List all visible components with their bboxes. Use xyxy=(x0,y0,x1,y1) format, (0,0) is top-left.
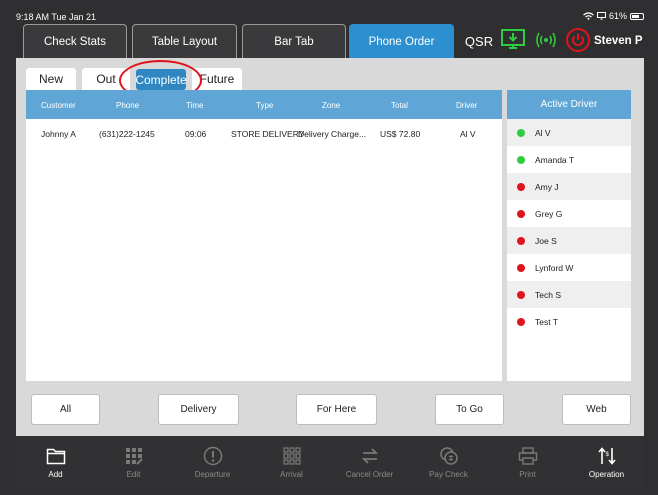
col-time: Time xyxy=(186,101,204,110)
status-dot xyxy=(517,264,525,272)
driver-list: Al V Amanda T Amy J Grey G Joe S Lynford… xyxy=(507,119,631,335)
col-type: Type xyxy=(256,101,274,110)
swap-arrows-icon xyxy=(360,446,380,466)
status-dot xyxy=(517,183,525,191)
driver-name: Grey G xyxy=(535,209,563,219)
broadcast-signal-icon[interactable] xyxy=(534,28,558,52)
driver-item[interactable]: Grey G xyxy=(507,200,631,227)
operation-label: Operation xyxy=(588,470,625,479)
driver-item[interactable]: Al V xyxy=(507,119,631,146)
cancel-order-label: Cancel Order xyxy=(345,470,394,479)
screen-mirror-icon xyxy=(596,12,606,20)
status-dot xyxy=(517,156,525,164)
cell-driver: Al V xyxy=(460,129,476,139)
print-label: Print xyxy=(519,470,536,479)
driver-item[interactable]: Joe S xyxy=(507,227,631,254)
status-dot xyxy=(517,318,525,326)
cell-total: US$ 72.80 xyxy=(380,129,421,139)
print-button[interactable]: Print xyxy=(488,437,567,487)
add-label: Add xyxy=(48,470,63,479)
driver-name: Lynford W xyxy=(535,263,574,273)
active-driver-panel: Active Driver Al V Amanda T Amy J Grey G… xyxy=(507,90,631,381)
status-dot xyxy=(517,237,525,245)
driver-item[interactable]: Amanda T xyxy=(507,146,631,173)
driver-item[interactable]: Tech S xyxy=(507,281,631,308)
subtab-new[interactable]: New xyxy=(26,68,76,90)
printer-icon xyxy=(518,446,538,466)
battery-percent: 61% xyxy=(608,11,627,21)
driver-name: Al V xyxy=(535,128,551,138)
cell-time: 09:06 xyxy=(185,129,207,139)
svg-text:$: $ xyxy=(605,452,609,458)
cell-zone: Delivery Charge... xyxy=(298,129,367,139)
status-time: 9:18 AM Tue Jan 21 xyxy=(16,12,97,22)
status-indicators: 61% xyxy=(583,11,644,21)
cell-customer: Johnny A xyxy=(41,129,76,139)
tab-table-layout[interactable]: Table Layout xyxy=(132,24,237,58)
status-bar: 9:18 AM Tue Jan 21 61% xyxy=(0,0,658,22)
driver-name: Amanda T xyxy=(535,155,575,165)
status-dot xyxy=(517,129,525,137)
filter-web-button[interactable]: Web xyxy=(562,394,631,425)
table-row[interactable]: Johnny A (631)222-1245 09:06 STORE DELIV… xyxy=(26,119,502,147)
pay-check-label: Pay Check xyxy=(429,470,468,479)
status-dot xyxy=(517,291,525,299)
orders-table: Customer Phone Time Type Zone Total Driv… xyxy=(26,90,502,381)
cell-phone: (631)222-1245 xyxy=(99,129,155,139)
cell-type: STORE DELIVERY xyxy=(231,129,305,139)
grid-icon xyxy=(282,446,301,466)
col-customer: Customer xyxy=(41,101,76,110)
edit-button[interactable]: Edit xyxy=(94,437,173,487)
status-dot xyxy=(517,210,525,218)
tab-check-stats[interactable]: Check Stats xyxy=(23,24,127,58)
add-button[interactable]: Add xyxy=(16,437,95,487)
top-nav: Check Stats Table Layout Bar Tab Phone O… xyxy=(16,22,644,58)
col-phone: Phone xyxy=(116,101,140,110)
qsr-button[interactable]: QSR xyxy=(462,24,496,58)
download-monitor-icon[interactable] xyxy=(501,28,525,52)
filter-for-here-button[interactable]: For Here xyxy=(296,394,377,425)
driver-name: Amy J xyxy=(535,182,559,192)
departure-label: Departure xyxy=(194,470,231,479)
bottom-toolbar: Add Edit Departure Arrival Cancel Order … xyxy=(16,437,644,487)
grid-edit-icon xyxy=(125,446,143,466)
battery-icon xyxy=(630,12,644,20)
arrival-label: Arrival xyxy=(280,470,303,479)
orders-table-header: Customer Phone Time Type Zone Total Driv… xyxy=(26,90,502,119)
arrival-button[interactable]: Arrival xyxy=(252,437,331,487)
filter-to-go-button[interactable]: To Go xyxy=(435,394,504,425)
departure-button[interactable]: Departure xyxy=(173,437,252,487)
filter-all-button[interactable]: All xyxy=(31,394,100,425)
app-screen: 9:18 AM Tue Jan 21 61% Check Stats Table… xyxy=(0,0,658,495)
phone-order-panel: New Out Complete Future Customer Phone T… xyxy=(16,58,644,436)
driver-item[interactable]: Amy J xyxy=(507,173,631,200)
driver-name: Joe S xyxy=(535,236,557,246)
folder-icon xyxy=(46,446,66,466)
pay-check-button[interactable]: Pay Check xyxy=(409,437,488,487)
edit-label: Edit xyxy=(126,470,141,479)
tab-bar-tab[interactable]: Bar Tab xyxy=(242,24,346,58)
power-icon[interactable] xyxy=(566,28,590,52)
col-zone: Zone xyxy=(322,101,341,110)
tab-phone-order[interactable]: Phone Order xyxy=(349,24,454,58)
col-driver: Driver xyxy=(456,101,478,110)
operation-button[interactable]: $ Operation xyxy=(567,437,646,487)
filter-delivery-button[interactable]: Delivery xyxy=(158,394,239,425)
driver-name: Test T xyxy=(535,317,558,327)
coins-icon xyxy=(439,446,459,466)
cancel-order-button[interactable]: Cancel Order xyxy=(330,437,409,487)
alert-circle-icon xyxy=(203,446,223,466)
sort-operation-icon: $ xyxy=(597,446,617,466)
user-name[interactable]: Steven P xyxy=(594,24,644,58)
driver-name: Tech S xyxy=(535,290,561,300)
driver-item[interactable]: Test T xyxy=(507,308,631,335)
driver-item[interactable]: Lynford W xyxy=(507,254,631,281)
active-driver-title: Active Driver xyxy=(507,90,631,119)
wifi-icon xyxy=(583,12,594,20)
col-total: Total xyxy=(391,101,408,110)
